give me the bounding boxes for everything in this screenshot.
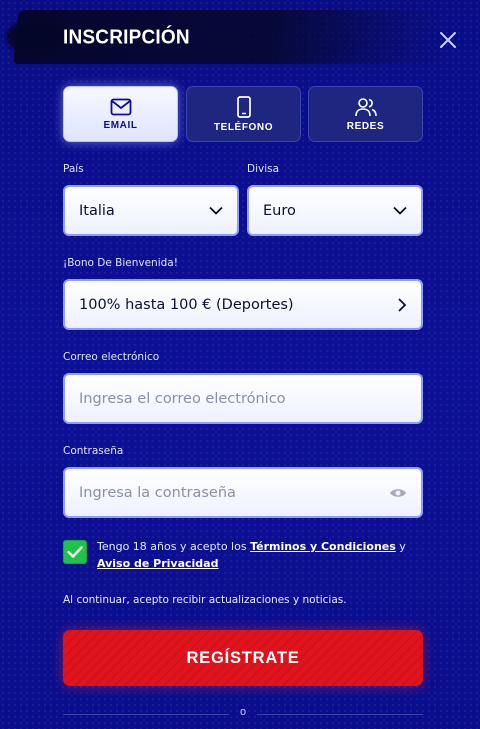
divider-left xyxy=(63,714,229,715)
email-field[interactable]: Ingresa el correo electrónico xyxy=(63,373,423,424)
header: INSCRIPCIÓN xyxy=(0,0,480,80)
privacy-link[interactable]: Aviso de Privacidad xyxy=(97,557,218,570)
email-label: Correo electrónico xyxy=(63,351,160,363)
bonus-label: ¡Bono De Bienvenida! xyxy=(63,257,178,269)
chevron-right-icon xyxy=(398,297,407,312)
consent-text-prefix: Tengo 18 años y acepto los xyxy=(97,540,251,553)
currency-value: Euro xyxy=(263,202,296,219)
bonus-value: 100% hasta 100 € (Deportes) xyxy=(79,296,294,313)
country-label: País xyxy=(63,163,84,175)
page-title: INSCRIPCIÓN xyxy=(63,26,190,49)
currency-select[interactable]: Euro xyxy=(247,185,423,236)
phone-icon xyxy=(236,95,251,118)
divider-text: o xyxy=(239,706,247,718)
register-button-label: REGÍSTRATE xyxy=(186,648,300,667)
bonus-select[interactable]: 100% hasta 100 € (Deportes) xyxy=(63,279,423,330)
currency-label: Divisa xyxy=(247,163,280,175)
country-value: Italia xyxy=(79,202,115,219)
email-placeholder: Ingresa el correo electrónico xyxy=(79,390,286,407)
consent-text: Tengo 18 años y acepto los Términos y Co… xyxy=(97,538,427,572)
terms-link[interactable]: Términos y Condiciones xyxy=(250,540,396,553)
consent-checkbox[interactable] xyxy=(63,540,87,564)
tab-phone[interactable]: TELÉFONO xyxy=(186,86,301,142)
users-icon xyxy=(354,97,377,116)
country-select[interactable]: Italia xyxy=(63,185,239,236)
tab-social[interactable]: REDES xyxy=(308,86,423,142)
tab-phone-label: TELÉFONO xyxy=(213,121,274,133)
registration-method-tabs: EMAIL TELÉFONO REDES xyxy=(63,86,423,142)
divider-right xyxy=(257,714,423,715)
password-label: Contraseña xyxy=(63,445,124,457)
register-button[interactable]: REGÍSTRATE xyxy=(63,630,423,686)
chevron-down-icon xyxy=(393,206,407,215)
tab-email[interactable]: EMAIL xyxy=(63,86,178,142)
chevron-down-icon xyxy=(209,206,223,215)
close-icon[interactable] xyxy=(436,28,460,52)
eye-icon[interactable] xyxy=(389,487,407,499)
newsletter-notice: Al continuar, acepto recibir actualizaci… xyxy=(63,594,347,606)
tab-email-label: EMAIL xyxy=(103,119,138,131)
envelope-icon xyxy=(110,98,131,115)
password-field[interactable]: Ingresa la contraseña xyxy=(63,467,423,518)
checkmark-icon xyxy=(67,546,83,558)
password-placeholder: Ingresa la contraseña xyxy=(79,484,236,501)
tab-social-label: REDES xyxy=(346,120,385,132)
consent-text-middle: y xyxy=(395,540,406,553)
age-consent-row: Tengo 18 años y acepto los Términos y Co… xyxy=(63,538,423,574)
